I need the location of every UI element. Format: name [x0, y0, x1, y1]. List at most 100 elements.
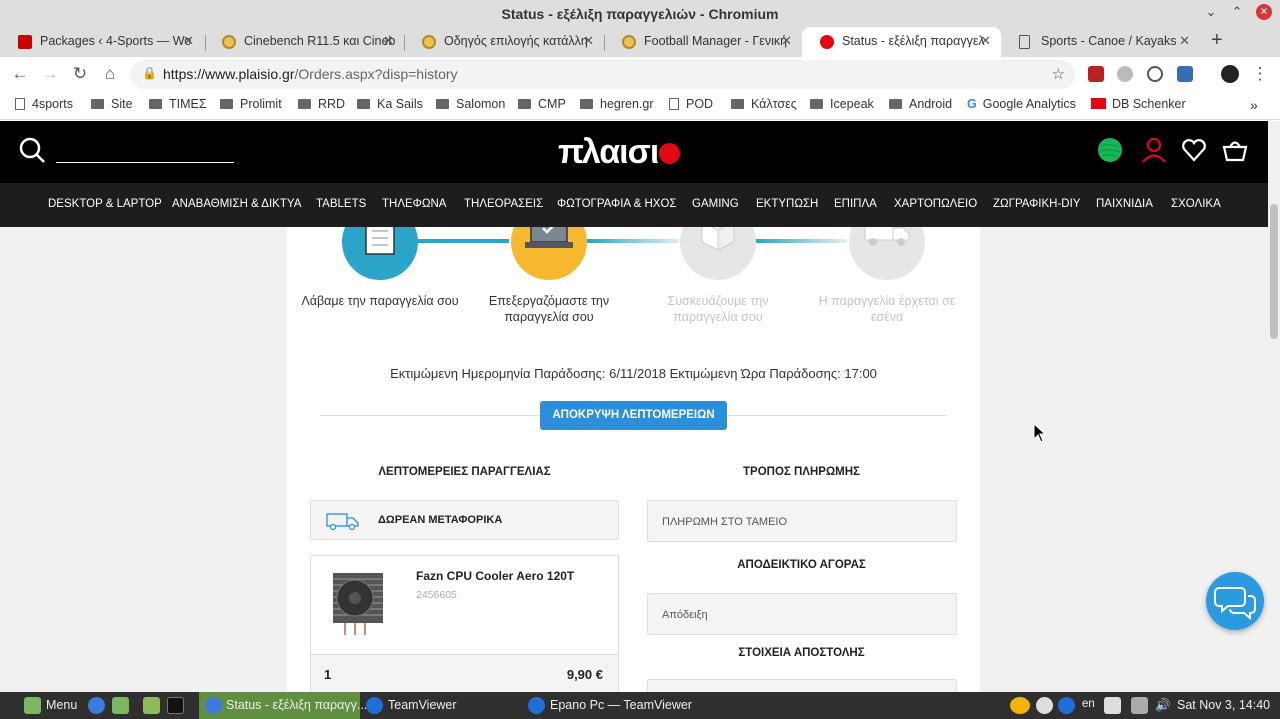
page-scrollbar[interactable]: [1268, 121, 1280, 692]
bookmark-item[interactable]: DB Schenker: [1091, 97, 1186, 111]
category-link[interactable]: ΕΚΤΥΠΩΣΗ: [756, 198, 818, 210]
tab-status[interactable]: Status - εξέλιξη παραγγελ ✕: [802, 27, 1001, 57]
order-details-title: ΛΕΠΤΟΜΕΡΕΙΕΣ ΠΑΡΑΓΓΕΛΙΑΣ: [378, 466, 551, 478]
bookmark-item[interactable]: Ka Sails: [357, 97, 423, 111]
bookmark-item[interactable]: Salomon: [436, 97, 505, 111]
menu-dots-icon[interactable]: ⋮: [1250, 64, 1270, 84]
terminal-icon[interactable]: [167, 697, 184, 714]
taskbar-window-title[interactable]: Status - εξέλιξη παραγγ...: [226, 698, 367, 712]
bookmark-item[interactable]: Κάλτσες: [731, 97, 797, 111]
shield-icon[interactable]: [1104, 697, 1121, 714]
step-received-icon: [342, 227, 418, 280]
network-icon[interactable]: [1131, 697, 1148, 714]
bookmark-item[interactable]: Site: [91, 97, 133, 111]
bookmark-item[interactable]: Icepeak: [810, 97, 874, 111]
teamviewer-icon: [528, 697, 545, 714]
mint-menu-icon[interactable]: [24, 697, 41, 714]
show-desktop-icon[interactable]: [112, 697, 129, 714]
bookmarks-overflow-icon[interactable]: »: [1250, 97, 1258, 113]
bookmark-item[interactable]: Android: [889, 97, 952, 111]
folder-icon: [357, 99, 370, 109]
ublock-extension-icon[interactable]: [1088, 66, 1104, 82]
menu-label[interactable]: Menu: [46, 698, 77, 712]
bookmark-item[interactable]: CMP: [518, 97, 566, 111]
category-link[interactable]: ΖΩΓΡΑΦΙΚΗ-DIY: [993, 198, 1080, 210]
tab-close-icon[interactable]: ✕: [183, 27, 194, 55]
close-window-icon[interactable]: ✕: [1256, 4, 1272, 20]
folder-icon: [810, 99, 823, 109]
step-label: Επεξεργαζόμαστε την παραγγελία σου: [488, 294, 610, 324]
category-link[interactable]: TABLETS: [316, 198, 366, 210]
product-name[interactable]: Fazn CPU Cooler Aero 120T: [416, 569, 574, 583]
basket-icon[interactable]: [1222, 137, 1248, 163]
extension-icon[interactable]: [1117, 66, 1133, 82]
bookmark-item[interactable]: G Google Analytics: [967, 97, 1076, 111]
category-link[interactable]: ΑΝΑΒΑΘΜΙΣΗ & ΔΙΚΤΥΑ: [172, 198, 301, 210]
category-link[interactable]: ΠΑΙΧΝΙΔΙΑ: [1096, 198, 1153, 210]
hide-details-button[interactable]: ΑΠΟΚΡΥΨΗ ΛΕΠΤΟΜΕΡΕΙΩΝ: [540, 401, 727, 430]
keyboard-layout[interactable]: en: [1082, 698, 1095, 710]
tab-football-manager[interactable]: Football Manager - Γενική ✕: [604, 27, 802, 57]
folder-icon: [731, 99, 744, 109]
tab-canoe-kayaks[interactable]: Sports - Canoe / Kayaks ✕: [1001, 27, 1200, 57]
home-icon[interactable]: ⌂: [100, 64, 120, 84]
tab-close-icon[interactable]: ✕: [1179, 27, 1190, 55]
scrollbar-thumb[interactable]: [1270, 204, 1278, 339]
volume-icon[interactable]: 🔊: [1155, 698, 1171, 713]
weather-icon[interactable]: [1010, 697, 1030, 714]
search-input[interactable]: [56, 162, 234, 163]
tab-close-icon[interactable]: ✕: [980, 27, 991, 55]
teamviewer-tray-icon[interactable]: [1058, 697, 1075, 714]
category-link[interactable]: DESKTOP & LAPTOP: [48, 198, 162, 210]
search-icon[interactable]: [18, 136, 46, 164]
tab-close-icon[interactable]: ✕: [781, 27, 792, 55]
category-link[interactable]: GAMING: [692, 198, 739, 210]
bookmark-item[interactable]: ΤΙΜΕΣ: [149, 97, 207, 111]
bookmark-item[interactable]: hegren.gr: [580, 97, 654, 111]
bookmark-item[interactable]: Prolimit: [220, 97, 282, 111]
tab-close-icon[interactable]: ✕: [583, 27, 594, 55]
chat-button[interactable]: [1206, 572, 1264, 630]
tab-label: Cinebench R11.5 και Cineb: [244, 34, 396, 48]
heart-icon[interactable]: [1181, 137, 1207, 163]
bookmark-item[interactable]: 4sports: [15, 97, 73, 111]
category-link[interactable]: ΤΗΛΕΦΩΝΑ: [382, 198, 446, 210]
globe-icon[interactable]: [1097, 137, 1123, 163]
extension-icon[interactable]: [1177, 66, 1193, 82]
product-code: 2456605: [416, 589, 457, 601]
forward-icon[interactable]: →: [40, 64, 60, 84]
maximize-icon[interactable]: ⌃: [1229, 4, 1245, 20]
tab-strip: Packages ‹ 4-Sports — Wo ✕ Cinebench R11…: [0, 27, 1280, 57]
folder-icon: [436, 99, 449, 109]
minimize-icon[interactable]: ⌄: [1203, 4, 1219, 20]
upload-extension-icon[interactable]: [1147, 66, 1163, 82]
category-link[interactable]: ΣΧΟΛΙΚΑ: [1171, 198, 1221, 210]
tab-close-icon[interactable]: ✕: [383, 27, 394, 55]
back-icon[interactable]: ←: [10, 64, 30, 84]
category-link[interactable]: ΕΠΙΠΛΑ: [834, 198, 877, 210]
taskbar-window-title[interactable]: Epano Pc — TeamViewer: [550, 698, 692, 712]
folder-icon: [220, 99, 233, 109]
bookmarks-bar: 4sports Site ΤΙΜΕΣ Prolimit RRD Ka Sails…: [0, 92, 1280, 120]
bookmark-item[interactable]: POD: [669, 97, 713, 111]
profile-avatar[interactable]: [1221, 65, 1239, 83]
tab-packages[interactable]: Packages ‹ 4-Sports — Wo ✕: [0, 27, 204, 57]
plaisio-logo[interactable]: πλαισι: [558, 133, 681, 172]
address-bar[interactable]: 🔒 https://www.plaisio.gr/Orders.aspx?dis…: [130, 60, 1075, 89]
reload-icon[interactable]: ↻: [70, 64, 90, 84]
tab-cinebench[interactable]: Cinebench R11.5 και Cineb ✕: [204, 27, 404, 57]
tray-icon[interactable]: [1036, 697, 1053, 714]
category-link[interactable]: ΦΩΤΟΓΡΑΦΙΑ & ΗΧΟΣ: [557, 198, 677, 210]
files-icon[interactable]: [143, 697, 160, 714]
user-icon[interactable]: [1141, 137, 1167, 163]
folder-icon: [580, 99, 593, 109]
tab-odigos[interactable]: Οδηγός επιλογής κατάλλη ✕: [404, 27, 604, 57]
bookmark-star-icon[interactable]: ☆: [1052, 65, 1065, 83]
category-link[interactable]: ΤΗΛΕΟΡΑΣΕΙΣ: [464, 198, 543, 210]
category-link[interactable]: ΧΑΡΤΟΠΩΛΕΙΟ: [894, 198, 977, 210]
clock[interactable]: Sat Nov 3, 14:40: [1177, 698, 1270, 712]
chromium-icon[interactable]: [88, 697, 105, 714]
taskbar-window-title[interactable]: TeamViewer: [388, 698, 457, 712]
bookmark-item[interactable]: RRD: [298, 97, 345, 111]
new-tab-icon[interactable]: +: [1211, 29, 1223, 52]
